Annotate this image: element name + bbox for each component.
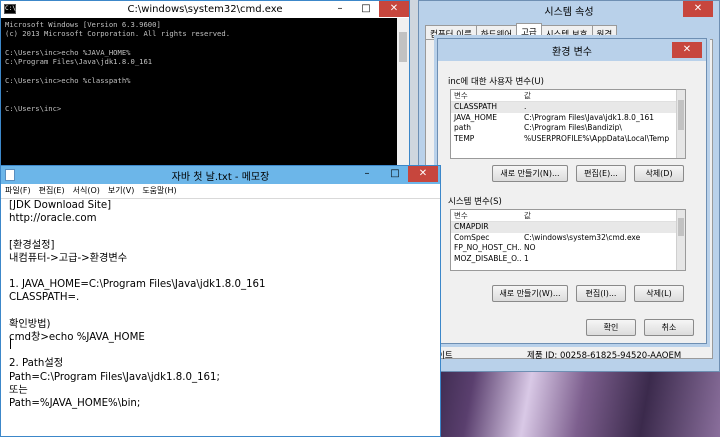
list-item[interactable]: JAVA_HOME C:\Program Files\Java\jdk1.8.0_… bbox=[451, 113, 685, 124]
column-variable: 변수 bbox=[454, 211, 468, 220]
product-id: 제품 ID: 00258-61825-94520-AAOEM bbox=[527, 351, 682, 361]
system-properties-close-button[interactable]: ✕ bbox=[683, 1, 713, 17]
menu-file[interactable]: 파일(F) bbox=[5, 184, 31, 198]
cancel-button[interactable]: 취소 bbox=[644, 319, 694, 336]
user-variables-label: inc에 대한 사용자 변수(U) bbox=[448, 77, 544, 87]
cmd-line: Microsoft Windows [Version 6.3.9600] bbox=[5, 20, 161, 29]
delete-user-variable-button[interactable]: 삭제(D) bbox=[634, 165, 684, 182]
list-item[interactable]: ComSpec C:\windows\system32\cmd.exe bbox=[451, 233, 685, 244]
menu-help[interactable]: 도움말(H) bbox=[142, 184, 176, 198]
scroll-thumb[interactable] bbox=[678, 100, 684, 130]
cmd-minimize-button[interactable]: – bbox=[327, 1, 353, 17]
cmd-line: C:\Users\inc>echo %JAVA_HOME% bbox=[5, 47, 131, 57]
ok-button[interactable]: 확인 bbox=[586, 319, 636, 336]
list-item[interactable]: FP_NO_HOST_CH... NO bbox=[451, 243, 685, 254]
cmd-scrollbar[interactable] bbox=[397, 18, 409, 175]
notepad-text-area[interactable]: [JDK Download Site] http://oracle.com [환… bbox=[1, 198, 440, 437]
environment-variables-close-button[interactable]: ✕ bbox=[672, 42, 702, 58]
menu-edit[interactable]: 편집(E) bbox=[39, 184, 65, 198]
system-variables-label: 시스템 변수(S) bbox=[448, 197, 502, 207]
column-value: 값 bbox=[524, 211, 531, 220]
notepad-minimize-button[interactable]: – bbox=[354, 166, 380, 182]
environment-variables-title: 환경 변수 bbox=[552, 46, 592, 58]
cmd-line: C:\Users\inc> bbox=[5, 103, 62, 113]
list-item[interactable]: CLASSPATH. bbox=[451, 102, 685, 113]
edit-user-variable-button[interactable]: 편집(E)... bbox=[576, 165, 626, 182]
tab-remote[interactable]: 원격 bbox=[591, 25, 618, 40]
system-properties-title: 시스템 속성 bbox=[544, 6, 594, 18]
cmd-line: C:\Program Files\Java\jdk1.8.0_161 bbox=[5, 57, 153, 67]
edit-system-variable-button[interactable]: 편집(I)... bbox=[576, 285, 626, 302]
system-variables-scrollbar[interactable] bbox=[676, 210, 685, 270]
list-item[interactable]: TEMP %USERPROFILE%\AppData\Local\Temp bbox=[451, 134, 685, 145]
tab-hardware[interactable]: 하드웨어 bbox=[475, 25, 518, 40]
cmd-line: . bbox=[5, 85, 10, 95]
notepad-menubar: 파일(F) 편집(E) 서식(O) 보기(V) 도움말(H) bbox=[1, 184, 440, 198]
system-variables-header: 변수 값 bbox=[451, 210, 685, 222]
system-properties-tabs: 컴퓨터 이름 하드웨어 고급 시스템 보호 원격 bbox=[425, 23, 618, 40]
cmd-line: (c) 2013 Microsoft Corporation. All righ… bbox=[5, 29, 231, 39]
scroll-thumb[interactable] bbox=[678, 218, 684, 236]
user-variables-list[interactable]: 변수 값 CLASSPATH. JAVA_HOME C:\Program File… bbox=[450, 89, 686, 159]
notepad-content: [JDK Download Site] http://oracle.com [환… bbox=[9, 200, 266, 410]
cmd-output[interactable]: Microsoft Windows [Version 6.3.9600] (c) … bbox=[5, 20, 230, 113]
list-item[interactable]: path C:\Program Files\Bandizip\ bbox=[451, 123, 685, 134]
tab-computer-name[interactable]: 컴퓨터 이름 bbox=[425, 25, 477, 40]
cmd-close-button[interactable]: ✕ bbox=[379, 1, 409, 17]
desktop-wallpaper bbox=[410, 372, 720, 437]
column-value: 값 bbox=[524, 91, 531, 100]
notepad-maximize-button[interactable]: □ bbox=[382, 166, 408, 182]
list-item[interactable]: MOZ_DISABLE_O... 1 bbox=[451, 254, 685, 265]
cmd-line: C:\Users\inc>echo %classpath% bbox=[5, 75, 131, 85]
user-variables-header: 변수 값 bbox=[451, 90, 685, 102]
delete-system-variable-button[interactable]: 삭제(L) bbox=[634, 285, 684, 302]
text-caret bbox=[10, 338, 11, 349]
scroll-thumb[interactable] bbox=[399, 32, 407, 62]
menu-format[interactable]: 서식(O) bbox=[73, 184, 100, 198]
cmd-line bbox=[5, 39, 230, 48]
system-properties-titlebar[interactable]: 시스템 속성 ✕ bbox=[419, 1, 719, 19]
new-user-variable-button[interactable]: 새로 만들기(N)... bbox=[492, 165, 568, 182]
column-variable: 변수 bbox=[454, 91, 468, 100]
cmd-maximize-button[interactable]: □ bbox=[353, 1, 379, 17]
tab-advanced[interactable]: 고급 bbox=[516, 23, 542, 39]
cmd-titlebar[interactable]: C:\ C:\windows\system32\cmd.exe – □ ✕ bbox=[1, 1, 409, 18]
new-system-variable-button[interactable]: 새로 만들기(W)... bbox=[492, 285, 568, 302]
list-item[interactable]: CMAPDIR bbox=[451, 222, 685, 233]
environment-variables-titlebar[interactable]: 환경 변수 ✕ bbox=[438, 39, 706, 61]
tab-system-protection[interactable]: 시스템 보호 bbox=[540, 25, 593, 40]
cmd-line bbox=[5, 66, 230, 75]
notepad-close-button[interactable]: ✕ bbox=[408, 166, 438, 182]
user-variables-scrollbar[interactable] bbox=[676, 90, 685, 158]
notepad-window: 자바 첫 날.txt - 메모장 – □ ✕ 파일(F) 편집(E) 서식(O)… bbox=[0, 165, 441, 437]
cmd-line bbox=[5, 94, 230, 103]
cmd-window: C:\ C:\windows\system32\cmd.exe – □ ✕ Mi… bbox=[0, 0, 410, 175]
menu-view[interactable]: 보기(V) bbox=[108, 184, 134, 198]
system-variables-list[interactable]: 변수 값 CMAPDIR ComSpec C:\windows\system32\… bbox=[450, 209, 686, 271]
environment-variables-dialog: 환경 변수 ✕ inc에 대한 사용자 변수(U) 변수 값 CLASSPATH… bbox=[437, 38, 707, 344]
notepad-titlebar[interactable]: 자바 첫 날.txt - 메모장 – □ ✕ bbox=[1, 166, 440, 184]
